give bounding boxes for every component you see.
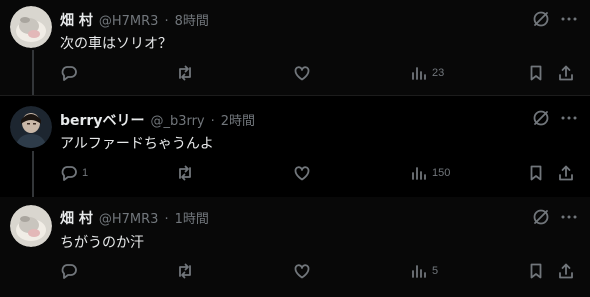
grok-icon[interactable] — [531, 108, 551, 128]
like-icon — [294, 166, 310, 181]
separator: · — [210, 114, 215, 129]
reply-button[interactable] — [60, 64, 78, 82]
reply-icon — [61, 66, 77, 81]
separator: · — [164, 14, 169, 29]
more-icon[interactable] — [559, 9, 579, 29]
share-button[interactable] — [557, 64, 575, 82]
more-icon[interactable] — [559, 108, 579, 128]
reply-button[interactable]: 1 — [60, 164, 88, 182]
tweet-text: ちがうのか汗 — [60, 235, 144, 251]
reply-icon — [61, 264, 77, 279]
handle[interactable]: @_b3rry — [150, 114, 204, 129]
views-icon — [412, 67, 426, 80]
display-name[interactable]: 畑 村 — [60, 208, 93, 228]
like-button[interactable] — [293, 64, 311, 82]
retweet-icon — [179, 165, 191, 181]
views-button[interactable]: 150 — [410, 164, 450, 182]
timestamp[interactable]: 2時間 — [221, 110, 255, 129]
thread-line — [32, 151, 34, 198]
avatar[interactable] — [10, 205, 52, 247]
retweet-button[interactable] — [176, 262, 194, 280]
timestamp[interactable]: 1時間 — [175, 208, 209, 227]
tweet[interactable]: 畑 村 @H7MR3 · 8時間 次の車はソリオ？ 23 — [0, 0, 590, 95]
views-icon — [412, 167, 426, 180]
tweet-header: 畑 村 @H7MR3 · 1時間 — [60, 208, 209, 228]
avatar-image — [10, 6, 52, 48]
grok-icon[interactable] — [531, 207, 551, 227]
retweet-icon — [179, 65, 191, 81]
avatar[interactable] — [10, 106, 52, 148]
more-icon[interactable] — [559, 207, 579, 227]
like-icon — [294, 264, 310, 279]
views-icon — [412, 265, 426, 278]
timestamp[interactable]: 8時間 — [175, 10, 209, 29]
views-count: 23 — [432, 67, 445, 79]
thread-line — [32, 50, 34, 95]
tweet[interactable]: berryベリー @_b3rry · 2時間 アルファードちゃうんよ 1 150 — [0, 95, 590, 198]
grok-icon[interactable] — [531, 9, 551, 29]
bookmark-icon — [530, 165, 542, 181]
views-button[interactable]: 23 — [410, 64, 444, 82]
display-name[interactable]: 畑 村 — [60, 10, 93, 30]
retweet-icon — [179, 263, 191, 279]
tweet-header: berryベリー @_b3rry · 2時間 — [60, 110, 255, 130]
reply-button[interactable] — [60, 262, 78, 280]
tweet-text: アルファードちゃうんよ — [60, 136, 214, 152]
views-count: 150 — [432, 167, 451, 179]
bookmark-button[interactable] — [527, 164, 545, 182]
views-button[interactable]: 5 — [410, 262, 438, 280]
share-icon — [559, 263, 573, 279]
retweet-button[interactable] — [176, 164, 194, 182]
avatar[interactable] — [10, 6, 52, 48]
views-count: 5 — [432, 265, 439, 277]
like-button[interactable] — [293, 164, 311, 182]
separator: · — [164, 212, 169, 227]
bookmark-icon — [530, 263, 542, 279]
like-icon — [294, 66, 310, 81]
avatar-image — [10, 106, 52, 148]
tweet[interactable]: 畑 村 @H7MR3 · 1時間 ちがうのか汗 5 — [0, 197, 590, 297]
reply-count: 1 — [82, 167, 89, 179]
tweet-header: 畑 村 @H7MR3 · 8時間 — [60, 10, 209, 30]
handle[interactable]: @H7MR3 — [99, 14, 159, 29]
like-button[interactable] — [293, 262, 311, 280]
bookmark-button[interactable] — [527, 64, 545, 82]
avatar-image — [10, 205, 52, 247]
display-name[interactable]: berryベリー — [60, 110, 144, 130]
share-icon — [559, 165, 573, 181]
handle[interactable]: @H7MR3 — [99, 212, 159, 227]
retweet-button[interactable] — [176, 64, 194, 82]
share-button[interactable] — [557, 262, 575, 280]
share-icon — [559, 65, 573, 81]
reply-icon — [61, 166, 77, 181]
bookmark-icon — [530, 65, 542, 81]
tweet-text: 次の車はソリオ？ — [60, 36, 172, 52]
share-button[interactable] — [557, 164, 575, 182]
bookmark-button[interactable] — [527, 262, 545, 280]
